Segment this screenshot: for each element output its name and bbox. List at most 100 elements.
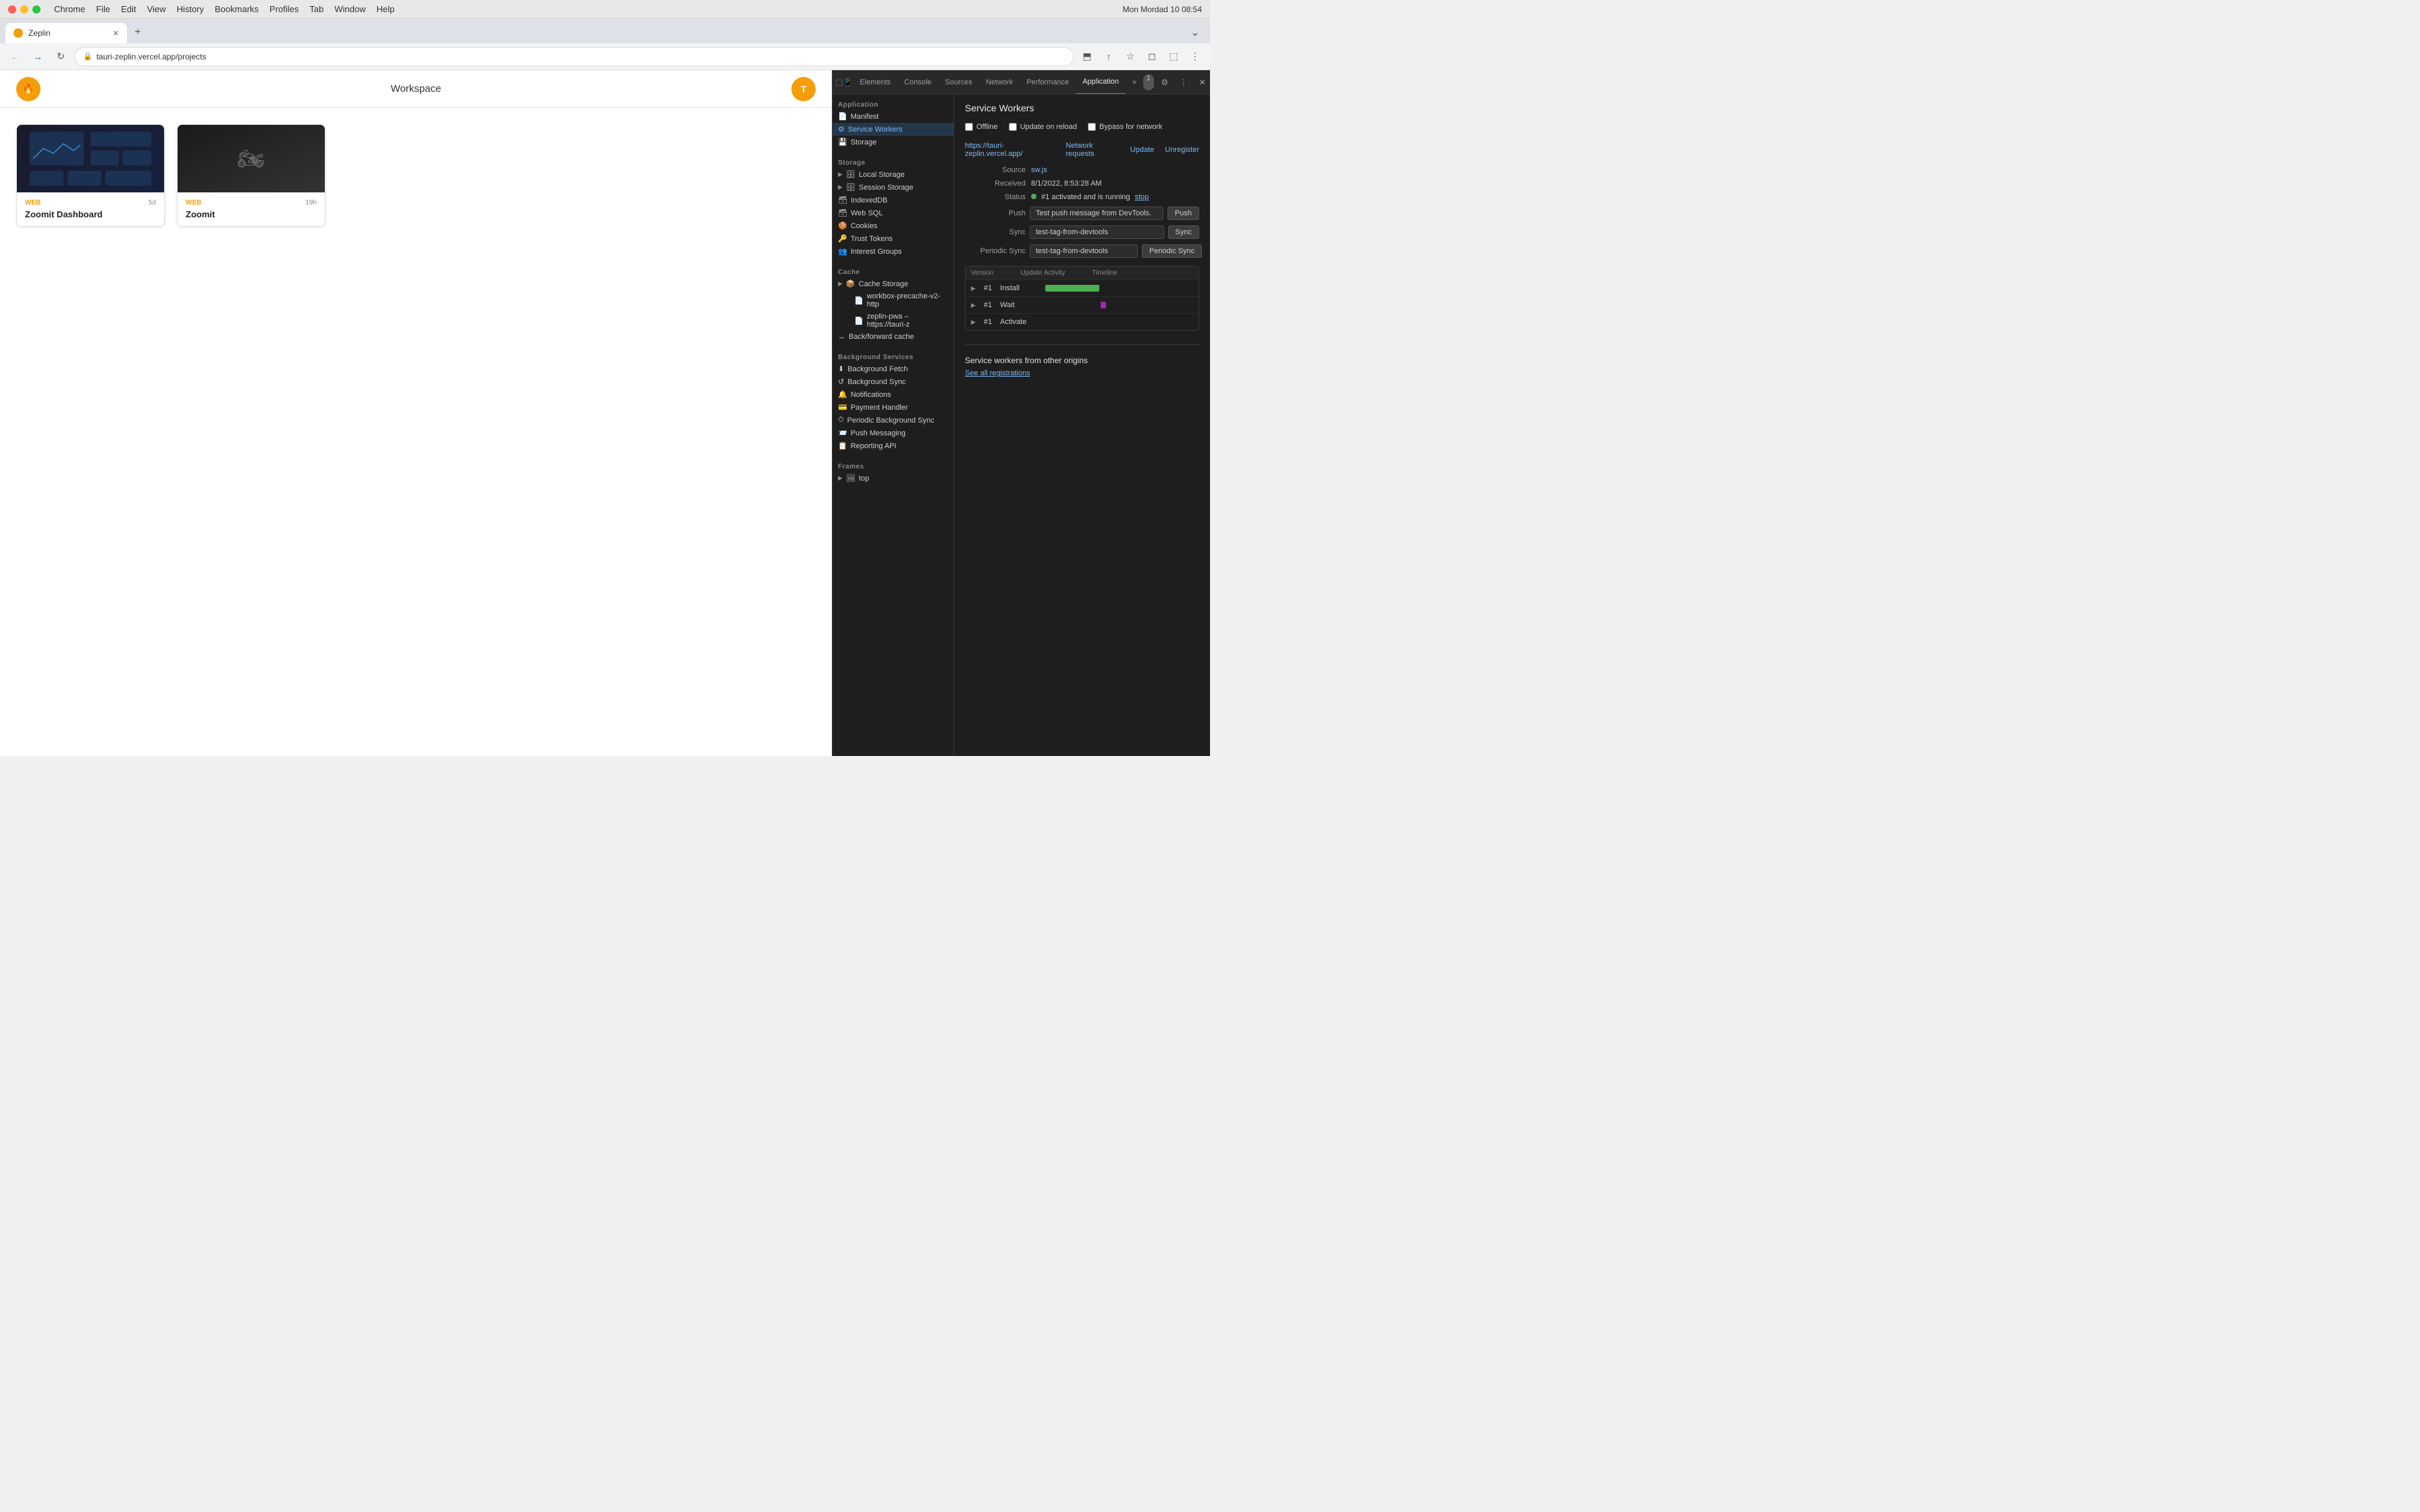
sidebar-item-manifest[interactable]: 📄 Manifest <box>833 110 953 123</box>
sidebar-item-service-workers[interactable]: ⚙ Service Workers <box>833 123 953 136</box>
sidebar-item-background-sync[interactable]: ↺ Background Sync <box>833 375 953 388</box>
tab-performance[interactable]: Performance <box>1020 70 1076 94</box>
project-card[interactable]: WEB 5d Zoomit Dashboard <box>16 124 165 227</box>
cast-icon[interactable]: ⬒ <box>1078 47 1097 66</box>
sidebar-item-notifications[interactable]: 🔔 Notifications <box>833 388 953 401</box>
ssl-lock-icon: 🔒 <box>83 52 93 61</box>
unregister-link[interactable]: Unregister <box>1165 146 1199 154</box>
devtools-more-icon[interactable]: ⋮ <box>1176 74 1192 90</box>
tab-application[interactable]: Application <box>1076 70 1126 94</box>
address-text[interactable]: tauri-zeplin.vercel.app/projects <box>97 52 207 61</box>
periodic-sync-button[interactable]: Periodic Sync <box>1142 244 1202 258</box>
offline-checkbox[interactable] <box>965 123 973 131</box>
sidebar-item-session-storage[interactable]: ▶ 🗄 Session Storage <box>833 181 953 194</box>
tree-arrow-icon[interactable]: ▶ <box>838 475 843 482</box>
tab-search-button[interactable]: ⌄ <box>1186 23 1205 42</box>
tree-arrow-icon[interactable]: ▶ <box>838 184 843 191</box>
see-all-registrations-link[interactable]: See all registrations <box>965 369 1030 377</box>
devtools-sidebar: Application 📄 Manifest ⚙ Service Workers… <box>833 94 954 756</box>
sidebar-item-storage[interactable]: 💾 Storage <box>833 136 953 148</box>
tree-arrow-icon[interactable]: ▶ <box>838 280 843 288</box>
expand-arrow-icon[interactable]: ▶ <box>971 302 976 309</box>
expand-arrow-icon[interactable]: ▶ <box>971 285 976 292</box>
menu-file[interactable]: File <box>96 4 110 14</box>
devtools-settings-icon[interactable]: ⚙ <box>1157 74 1173 90</box>
sidebar-item-frame-top[interactable]: ▶ 🖼 top <box>833 472 953 485</box>
sidebar-item-background-fetch[interactable]: ⬇ Background Fetch <box>833 362 953 375</box>
menu-tab[interactable]: Tab <box>309 4 323 14</box>
sidebar-item-push-messaging[interactable]: 📨 Push Messaging <box>833 427 953 439</box>
tab-sources[interactable]: Sources <box>939 70 979 94</box>
offline-option[interactable]: Offline <box>965 123 998 131</box>
update-on-reload-option[interactable]: Update on reload <box>1009 123 1077 131</box>
menu-profiles[interactable]: Profiles <box>269 4 298 14</box>
tab-network[interactable]: Network <box>979 70 1020 94</box>
sidebar-item-cache-zeplin-pwa[interactable]: 📄 zeplin-pwa – https://tauri-z <box>833 310 953 331</box>
sidebar-item-cache-workbox[interactable]: 📄 workbox-precache-v2-http <box>833 290 953 310</box>
mac-window-controls[interactable] <box>8 5 41 14</box>
update-link[interactable]: Update <box>1130 146 1154 154</box>
workspace-title: Workspace <box>41 83 791 94</box>
user-avatar[interactable]: T <box>791 77 816 101</box>
menu-window[interactable]: Window <box>334 4 365 14</box>
sidebar-item-payment-handler[interactable]: 💳 Payment Handler <box>833 401 953 414</box>
extensions-icon[interactable]: ⬚ <box>1164 47 1183 66</box>
tab-console[interactable]: Console <box>897 70 938 94</box>
sidebar-item-back-forward-cache[interactable]: ↔ Back/forward cache <box>833 331 953 343</box>
devtools-inspect-icon[interactable]: ⬚ <box>835 74 843 90</box>
sidebar-item-local-storage[interactable]: ▶ 🗄 Local Storage <box>833 168 953 181</box>
bypass-for-network-checkbox[interactable] <box>1088 123 1096 131</box>
periodic-sync-input[interactable] <box>1030 244 1138 258</box>
sidebar-item-cookies[interactable]: 🍪 Cookies <box>833 219 953 232</box>
devtools-device-icon[interactable]: 📱 <box>843 74 853 90</box>
reload-button[interactable]: ↻ <box>51 47 70 66</box>
sync-button[interactable]: Sync <box>1168 225 1199 239</box>
update-on-reload-checkbox[interactable] <box>1009 123 1017 131</box>
menu-history[interactable]: History <box>177 4 204 14</box>
sidebar-item-reporting-api[interactable]: 📋 Reporting API <box>833 439 953 452</box>
tab-more[interactable]: » <box>1126 70 1143 94</box>
tab-close-button[interactable]: ✕ <box>113 29 119 38</box>
new-tab-button[interactable]: + <box>128 23 147 42</box>
sidebar-item-indexeddb[interactable]: 🗃 IndexedDB <box>833 194 953 207</box>
push-input[interactable] <box>1030 207 1163 220</box>
sidebar-item-trust-tokens[interactable]: 🔑 Trust Tokens <box>833 232 953 245</box>
stop-link[interactable]: stop <box>1135 193 1149 201</box>
menu-edit[interactable]: Edit <box>121 4 136 14</box>
maximize-button[interactable] <box>32 5 41 14</box>
sw-origin-url[interactable]: https://tauri-zeplin.vercel.app/ <box>965 142 1055 158</box>
browser-tab-active[interactable]: Zeplin ✕ <box>5 23 127 43</box>
forward-button[interactable]: → <box>28 47 47 66</box>
menu-bookmarks[interactable]: Bookmarks <box>215 4 259 14</box>
push-button[interactable]: Push <box>1167 207 1199 220</box>
sidebar-item-cache-storage[interactable]: ▶ 📦 Cache Storage <box>833 277 953 290</box>
close-button[interactable] <box>8 5 16 14</box>
share-icon[interactable]: ↑ <box>1099 47 1118 66</box>
source-value[interactable]: sw.js <box>1031 166 1047 174</box>
bypass-for-network-option[interactable]: Bypass for network <box>1088 123 1163 131</box>
bypass-for-network-label: Bypass for network <box>1099 123 1163 131</box>
network-requests-link[interactable]: Network requests <box>1066 142 1119 158</box>
menu-chrome[interactable]: Chrome <box>54 4 85 14</box>
project-name[interactable]: Zoomit <box>186 209 317 219</box>
tab-elements[interactable]: Elements <box>853 70 897 94</box>
menu-help[interactable]: Help <box>377 4 395 14</box>
sidebar-item-web-sql[interactable]: 🗃 Web SQL <box>833 207 953 219</box>
profile-icon[interactable]: ◻ <box>1142 47 1161 66</box>
project-name[interactable]: Zoomit Dashboard <box>25 209 156 219</box>
bookmark-icon[interactable]: ☆ <box>1121 47 1140 66</box>
address-bar[interactable]: 🔒 tauri-zeplin.vercel.app/projects <box>74 47 1074 66</box>
sidebar-item-interest-groups[interactable]: 👥 Interest Groups <box>833 245 953 258</box>
expand-arrow-icon[interactable]: ▶ <box>971 319 976 326</box>
origins-title: Service workers from other origins <box>965 356 1199 365</box>
menu-icon[interactable]: ⋮ <box>1186 47 1205 66</box>
sidebar-item-periodic-background-sync[interactable]: ⏱ Periodic Background Sync <box>833 414 953 427</box>
devtools-close-icon[interactable]: ✕ <box>1194 74 1210 90</box>
sync-input[interactable] <box>1030 225 1164 239</box>
minimize-button[interactable] <box>20 5 28 14</box>
back-button[interactable]: ← <box>5 47 24 66</box>
tree-arrow-icon[interactable]: ▶ <box>838 171 843 178</box>
menu-view[interactable]: View <box>147 4 166 14</box>
project-card[interactable]: 🏍 WEB 19h Zoomit <box>177 124 325 227</box>
cookies-icon: 🍪 <box>838 221 847 230</box>
